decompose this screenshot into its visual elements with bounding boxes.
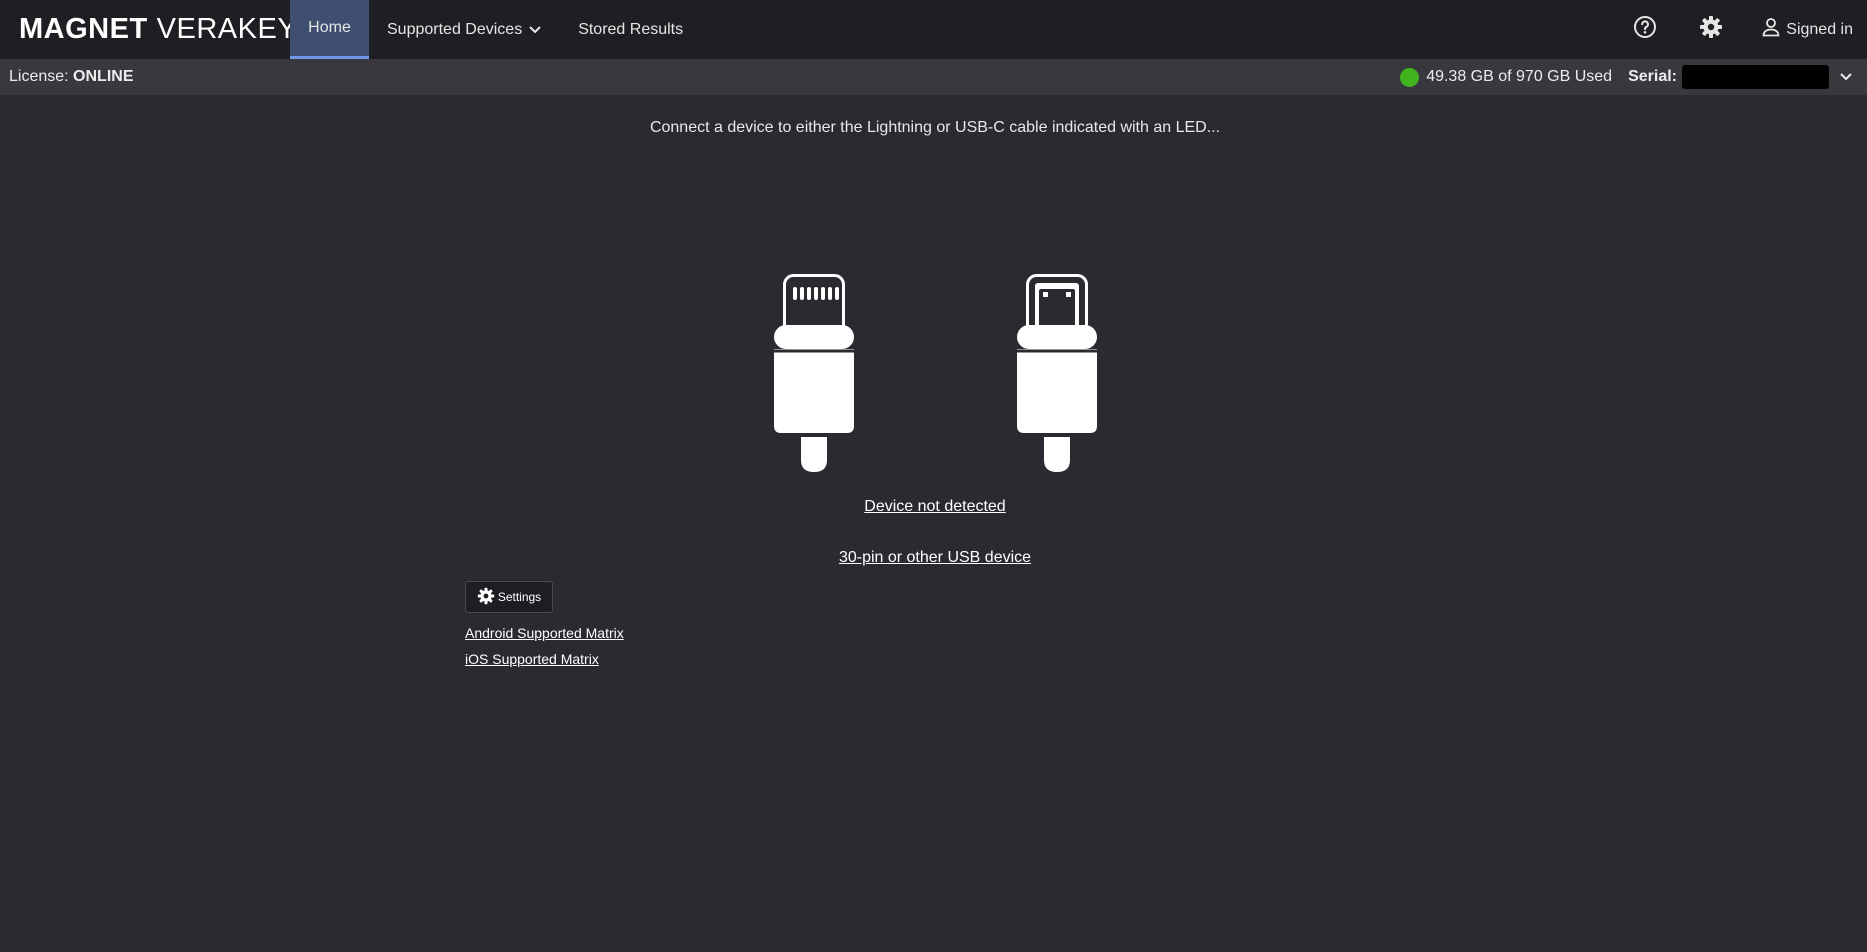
settings-button-label: Settings bbox=[497, 590, 542, 604]
serial-label: Serial: bbox=[1628, 68, 1677, 85]
help-icon bbox=[1633, 15, 1657, 44]
gear-icon bbox=[1699, 15, 1723, 44]
user-icon bbox=[1761, 17, 1781, 42]
tab-home[interactable]: Home bbox=[290, 0, 369, 59]
connect-device-prompt: Connect a device to either the Lightning… bbox=[649, 119, 1221, 136]
tab-stored-results[interactable]: Stored Results bbox=[560, 0, 701, 59]
tab-home-label: Home bbox=[308, 19, 351, 36]
chevron-down-icon bbox=[528, 25, 542, 35]
help-button[interactable] bbox=[1625, 10, 1665, 50]
settings-gear-button[interactable] bbox=[1691, 10, 1731, 50]
tab-supported-devices[interactable]: Supported Devices bbox=[369, 0, 560, 59]
other-usb-device-link[interactable]: 30-pin or other USB device bbox=[0, 549, 1867, 567]
toolbar-right: Signed in bbox=[1625, 0, 1867, 59]
storage-status-indicator bbox=[1400, 67, 1420, 87]
serial-dropdown-chevron-icon[interactable] bbox=[1839, 72, 1853, 82]
license-label: License: bbox=[9, 68, 69, 85]
settings-button[interactable]: Settings bbox=[465, 581, 553, 613]
license-value: ONLINE bbox=[73, 68, 134, 85]
license-status: License: ONLINE bbox=[0, 68, 134, 86]
user-account-button[interactable]: Signed in bbox=[1761, 17, 1853, 42]
top-navigation-bar: MAGNET VERAKEY Home Supported Devices St… bbox=[0, 0, 1867, 59]
lightning-connector-icon bbox=[771, 270, 857, 479]
status-bar: License: ONLINE 49.38 GB of 970 GB Used … bbox=[0, 59, 1867, 95]
app-logo: MAGNET VERAKEY bbox=[0, 0, 297, 59]
ios-supported-matrix-link[interactable]: iOS Supported Matrix bbox=[465, 651, 599, 667]
tab-supported-devices-label: Supported Devices bbox=[387, 20, 523, 38]
usb-c-connector-icon bbox=[1014, 270, 1100, 479]
tab-stored-results-label: Stored Results bbox=[578, 20, 684, 38]
storage-info: 49.38 GB of 970 GB Used Serial: bbox=[1400, 65, 1867, 89]
logo-magnet: MAGNET bbox=[19, 13, 148, 45]
device-not-detected-link[interactable]: Device not detected bbox=[0, 498, 1867, 516]
storage-usage-text: 49.38 GB of 970 GB Used bbox=[1426, 68, 1613, 85]
gear-icon bbox=[477, 587, 495, 608]
logo-verakey: VERAKEY bbox=[156, 13, 298, 45]
serial-value-redacted bbox=[1682, 65, 1829, 89]
signed-in-label: Signed in bbox=[1786, 20, 1853, 38]
android-supported-matrix-link[interactable]: Android Supported Matrix bbox=[465, 625, 624, 641]
